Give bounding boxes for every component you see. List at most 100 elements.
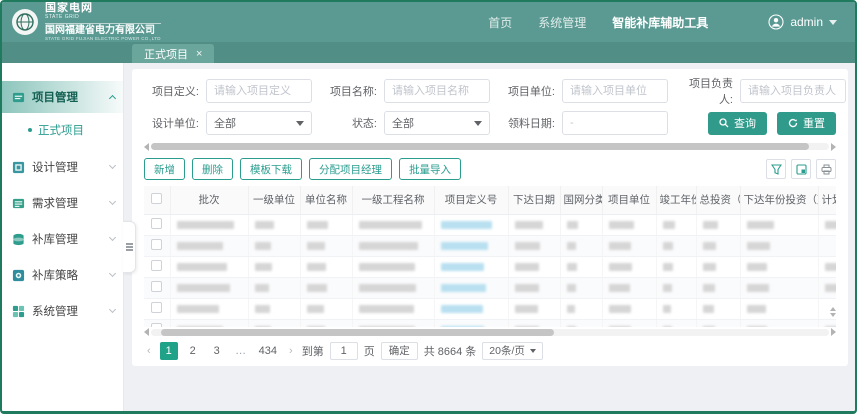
- tab-close-icon[interactable]: ×: [196, 48, 202, 60]
- prev-page-button[interactable]: ‹: [144, 345, 154, 357]
- scroll-down-icon[interactable]: [830, 313, 836, 317]
- select-caret-icon: [474, 121, 482, 126]
- redacted-cell: [703, 326, 715, 327]
- add-button[interactable]: 新增: [144, 158, 185, 180]
- jump-page-input[interactable]: [330, 342, 358, 360]
- project-table: 批次一级单位单位名称一级工程名称项目定义号下达日期国网分类项目单位竣工年份总投资…: [144, 186, 836, 215]
- column-header: 竣工年份: [656, 186, 696, 214]
- redacted-cell: [703, 242, 717, 250]
- column-header: 一级单位: [248, 186, 300, 214]
- sidebar-item-design-management[interactable]: 设计管理: [2, 151, 123, 183]
- project-definition-link[interactable]: [441, 284, 486, 292]
- scroll-left-icon[interactable]: [144, 328, 149, 336]
- reset-button[interactable]: 重置: [777, 112, 836, 135]
- project-definition-link[interactable]: [441, 221, 493, 229]
- redacted-cell: [359, 263, 416, 271]
- assign-project-manager-button[interactable]: 分配项目经理: [309, 158, 392, 180]
- sidebar-item-replenish-management[interactable]: 补库管理: [2, 223, 123, 255]
- select-all-checkbox[interactable]: [151, 193, 162, 204]
- scrollbar-thumb[interactable]: [161, 329, 554, 336]
- design-unit-select[interactable]: 全部: [206, 111, 312, 135]
- table-row: [144, 215, 836, 236]
- project-definition-link[interactable]: [441, 326, 485, 327]
- sidebar-collapse-handle[interactable]: [123, 221, 136, 273]
- redacted-cell: [515, 284, 540, 292]
- sidebar-item-system-management[interactable]: 系统管理: [2, 295, 123, 327]
- redacted-cell: [307, 221, 328, 229]
- page-button-3[interactable]: 3: [208, 342, 226, 360]
- template-download-button[interactable]: 模板下载: [240, 158, 302, 180]
- row-checkbox[interactable]: [151, 260, 162, 271]
- redacted-cell: [609, 284, 630, 292]
- table-horizontal-scrollbar[interactable]: [144, 329, 836, 336]
- sidebar-item-project-management[interactable]: 项目管理: [2, 81, 123, 113]
- sidebar-item-formal-project[interactable]: 正式项目: [2, 117, 123, 143]
- project-definition-link[interactable]: [441, 242, 489, 250]
- page-size-select[interactable]: 20条/页: [482, 342, 543, 360]
- redacted-cell: [359, 326, 416, 327]
- redacted-cell: [609, 221, 634, 229]
- project-definition-input[interactable]: [206, 79, 312, 103]
- chevron-down-icon: [109, 270, 116, 277]
- tab-bar: 正式项目 ×: [2, 42, 855, 63]
- batch-import-button[interactable]: 批量导入: [399, 158, 461, 180]
- column-header: 项目单位: [602, 186, 656, 214]
- page-button-1[interactable]: 1: [160, 342, 178, 360]
- redacted-cell: [515, 305, 538, 313]
- chevron-down-icon: [109, 306, 116, 313]
- row-checkbox[interactable]: [151, 302, 162, 313]
- redacted-cell: [825, 326, 837, 327]
- redacted-cell: [825, 221, 837, 229]
- project-name-input[interactable]: [384, 79, 490, 103]
- redacted-cell: [747, 305, 767, 313]
- material-date-input[interactable]: [562, 111, 668, 135]
- scroll-left-icon[interactable]: [144, 143, 149, 151]
- scroll-right-icon[interactable]: [831, 328, 836, 336]
- chevron-down-icon: [109, 234, 116, 241]
- page-button-434[interactable]: 434: [256, 342, 280, 360]
- tab-formal-project[interactable]: 正式项目 ×: [132, 44, 214, 63]
- print-button[interactable]: [816, 159, 836, 179]
- page-button-2[interactable]: 2: [184, 342, 202, 360]
- redacted-cell: [177, 242, 224, 250]
- nav-system-management[interactable]: 系统管理: [538, 14, 586, 31]
- top-horizontal-scrollbar[interactable]: [144, 143, 836, 150]
- redacted-cell: [307, 284, 327, 292]
- column-header: 批次: [170, 186, 248, 214]
- user-menu[interactable]: admin: [768, 14, 837, 30]
- search-button[interactable]: 查询: [708, 112, 767, 135]
- redacted-cell: [255, 242, 271, 250]
- redacted-cell: [255, 263, 272, 271]
- status-select[interactable]: 全部: [384, 111, 490, 135]
- redacted-cell: [307, 263, 327, 271]
- project-definition-link[interactable]: [441, 263, 485, 271]
- next-page-button[interactable]: ›: [286, 345, 296, 357]
- redacted-cell: [359, 305, 414, 313]
- redacted-cell: [703, 305, 715, 313]
- nav-smart-replenish-tool[interactable]: 智能补库辅助工具: [612, 14, 708, 31]
- row-checkbox[interactable]: [151, 281, 162, 292]
- project-leader-input[interactable]: [740, 79, 846, 103]
- brand-company-cn: 国网福建省电力有限公司: [45, 23, 161, 36]
- column-header: 项目定义号: [434, 186, 508, 214]
- filter-funnel-button[interactable]: [766, 159, 786, 179]
- row-checkbox[interactable]: [151, 239, 162, 250]
- confirm-button[interactable]: 确定: [381, 342, 418, 360]
- scrollbar-thumb[interactable]: [151, 143, 809, 150]
- project-unit-input[interactable]: [562, 79, 668, 103]
- redacted-cell: [609, 326, 632, 327]
- nav-home[interactable]: 首页: [488, 14, 512, 31]
- delete-button[interactable]: 删除: [192, 158, 233, 180]
- sidebar-item-replenish-strategy[interactable]: 补库策略: [2, 259, 123, 291]
- project-definition-link[interactable]: [441, 305, 484, 313]
- row-checkbox[interactable]: [151, 323, 162, 327]
- vertical-scroll-arrows[interactable]: [830, 307, 836, 317]
- export-window-button[interactable]: [791, 159, 811, 179]
- row-checkbox[interactable]: [151, 218, 162, 229]
- column-header: 国网分类: [560, 186, 602, 214]
- sidebar-item-demand-management[interactable]: 需求管理: [2, 187, 123, 219]
- redacted-cell: [825, 263, 837, 271]
- grid-icon: [12, 305, 25, 318]
- scroll-right-icon[interactable]: [831, 143, 836, 151]
- scroll-up-icon[interactable]: [830, 307, 836, 311]
